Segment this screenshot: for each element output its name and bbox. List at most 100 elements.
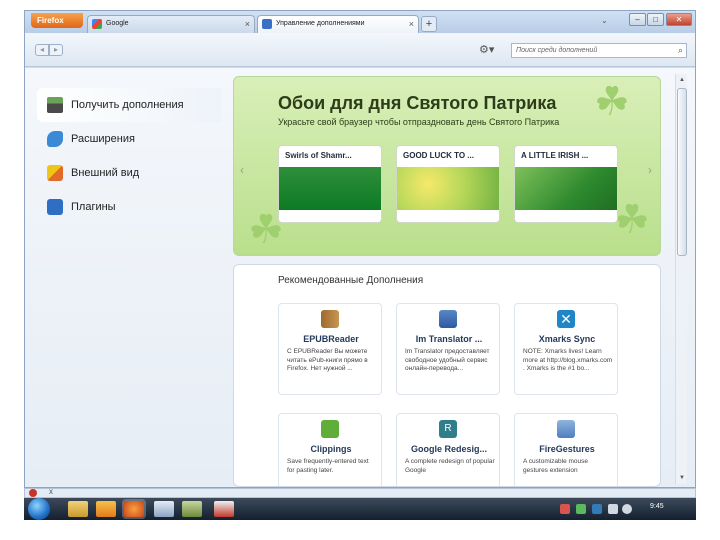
promo-card-label: A LITTLE IRISH ...: [521, 151, 589, 160]
screen: Firefox Google × Управление дополнениями…: [0, 0, 720, 540]
volume-icon[interactable]: [622, 504, 632, 514]
addons-search-input[interactable]: Поиск среди дополнений ⌕: [511, 43, 687, 58]
addon-card[interactable]: EPUBReader С EPUBReader Вы можете читать…: [278, 303, 382, 395]
new-tab-button[interactable]: +: [421, 16, 437, 32]
featured-promo-banner: ☘ ☘ ☘ Обои для дня Святого Патрика Украс…: [233, 76, 661, 256]
explorer-taskbar-icon[interactable]: [68, 501, 88, 517]
addon-card[interactable]: ✕ Xmarks Sync NOTE: Xmarks lives! Learn …: [514, 303, 618, 395]
search-icon[interactable]: ⌕: [678, 44, 683, 57]
section-title: Рекомендованные Дополнения: [278, 275, 424, 286]
app-taskbar-icon[interactable]: [182, 501, 202, 517]
addon-name: Xmarks Sync: [538, 334, 596, 344]
main-panel: ☘ ☘ ☘ Обои для дня Святого Патрика Украс…: [233, 76, 663, 487]
tab-close-icon[interactable]: ×: [409, 16, 414, 32]
tab-label: Управление дополнениями: [276, 20, 365, 27]
addons-favicon-icon: [262, 19, 272, 29]
google-redesign-icon: R: [439, 420, 457, 438]
addon-bar-icon[interactable]: [29, 489, 37, 497]
scroll-up-arrow[interactable]: ▲: [676, 74, 688, 86]
scroll-thumb[interactable]: [677, 88, 687, 256]
clover-decoration-icon: ☘: [594, 80, 630, 124]
addon-name: Im Translator ...: [415, 334, 483, 344]
theme-thumbnail: [397, 167, 499, 210]
sidebar-item-label: Расширения: [71, 133, 135, 145]
addons-manager-content: Получить дополнения Расширения Внешний в…: [25, 68, 695, 487]
promo-subtitle: Украсьте свой браузер чтобы отпраздноват…: [278, 117, 560, 127]
addon-description: С EPUBReader Вы можете читать ePub-книги…: [287, 348, 368, 372]
recommended-addons-section: Рекомендованные Дополнения EPUBReader С …: [233, 264, 661, 487]
google-favicon-icon: [92, 19, 102, 29]
addon-description: NOTE: Xmarks lives! Learn more at http:/…: [523, 348, 613, 372]
category-sidebar: Получить дополнения Расширения Внешний в…: [25, 88, 221, 224]
promo-card[interactable]: GOOD LUCK TO ...: [396, 145, 500, 223]
search-placeholder: Поиск среди дополнений: [516, 47, 598, 54]
download-addons-icon: [47, 97, 63, 113]
promo-card[interactable]: A LITTLE IRISH ...: [514, 145, 618, 223]
promo-title: Обои для дня Святого Патрика: [278, 93, 557, 113]
addon-description: A customizable mouse gestures extension: [523, 458, 589, 474]
tab-list-icon[interactable]: ⌄: [601, 16, 608, 25]
addon-name: Google Redesig...: [410, 444, 487, 454]
sidebar-item-label: Внешний вид: [71, 167, 140, 179]
addon-card[interactable]: R Google Redesig... A complete redesign …: [396, 413, 500, 486]
addon-name: FireGestures: [539, 444, 595, 454]
plugin-icon: [47, 199, 63, 215]
forward-button[interactable]: ▸: [49, 44, 63, 56]
appearance-icon: [47, 165, 63, 181]
promo-next-arrow[interactable]: ›: [648, 163, 652, 177]
media-taskbar-icon[interactable]: [96, 501, 116, 517]
sidebar-item-appearance[interactable]: Внешний вид: [25, 156, 221, 190]
addon-description: A complete redesign of popular Google: [405, 458, 495, 474]
tray-icon[interactable]: [576, 504, 586, 514]
addon-name: EPUBReader: [303, 334, 359, 344]
promo-card-label: Swirls of Shamr...: [285, 151, 352, 160]
tray-icon[interactable]: [560, 504, 570, 514]
tab-google[interactable]: Google ×: [87, 15, 255, 33]
firefox-taskbar-icon[interactable]: [124, 501, 144, 517]
app-taskbar-icon[interactable]: [154, 501, 174, 517]
taskbar-clock[interactable]: 9:45: [650, 503, 664, 510]
addon-card[interactable]: Im Translator ... Im Translator предоста…: [396, 303, 500, 395]
promo-prev-arrow[interactable]: ‹: [240, 163, 244, 177]
gear-icon[interactable]: ⚙▾: [479, 43, 503, 57]
tab-label: Google: [106, 20, 129, 27]
xmarks-icon: ✕: [557, 310, 575, 328]
addon-description: Save frequently-entered text for pasting…: [287, 458, 369, 474]
tray-icon[interactable]: [592, 504, 602, 514]
addon-card[interactable]: Clippings Save frequently-entered text f…: [278, 413, 382, 486]
back-button[interactable]: ◂: [35, 44, 49, 56]
theme-thumbnail: [279, 167, 381, 210]
vertical-scrollbar[interactable]: ▲ ▼: [675, 74, 687, 484]
tab-close-icon[interactable]: ×: [245, 16, 250, 32]
sidebar-item-extensions[interactable]: Расширения: [25, 122, 221, 156]
start-button[interactable]: [28, 498, 50, 520]
addon-card[interactable]: FireGestures A customizable mouse gestur…: [514, 413, 618, 486]
theme-thumbnail: [515, 167, 617, 210]
firefox-menu-button[interactable]: Firefox: [31, 13, 83, 28]
sidebar-item-label: Плагины: [71, 201, 116, 213]
sidebar-item-get-addons[interactable]: Получить дополнения: [37, 88, 221, 122]
network-icon[interactable]: [608, 504, 618, 514]
clippings-icon: [321, 420, 339, 438]
sidebar-item-plugins[interactable]: Плагины: [25, 190, 221, 224]
promo-card-label: GOOD LUCK TO ...: [403, 151, 474, 160]
firegestures-icon: [557, 420, 575, 438]
puzzle-icon: [47, 131, 63, 147]
close-window-button[interactable]: ✕: [666, 13, 692, 26]
addon-name: Clippings: [310, 444, 352, 454]
clover-decoration-icon: ☘: [614, 198, 650, 242]
browser-window: Firefox Google × Управление дополнениями…: [24, 10, 696, 488]
app-taskbar-icon[interactable]: [214, 501, 234, 517]
addon-description: Im Translator предоставляет свободное уд…: [405, 348, 490, 372]
windows-taskbar: 9:45: [24, 498, 696, 520]
maximize-button[interactable]: □: [647, 13, 664, 26]
tab-addons-manager[interactable]: Управление дополнениями ×: [257, 15, 419, 33]
sidebar-item-label: Получить дополнения: [71, 99, 184, 111]
promo-card[interactable]: Swirls of Shamr...: [278, 145, 382, 223]
addon-bar-close-button[interactable]: x: [49, 487, 53, 496]
addon-bar: x: [24, 487, 696, 498]
scroll-down-arrow[interactable]: ▼: [676, 472, 688, 484]
nav-bar: ◂ ▸ ⚙▾ Поиск среди дополнений ⌕: [25, 33, 695, 67]
book-icon: [321, 310, 339, 328]
minimize-button[interactable]: –: [629, 13, 646, 26]
